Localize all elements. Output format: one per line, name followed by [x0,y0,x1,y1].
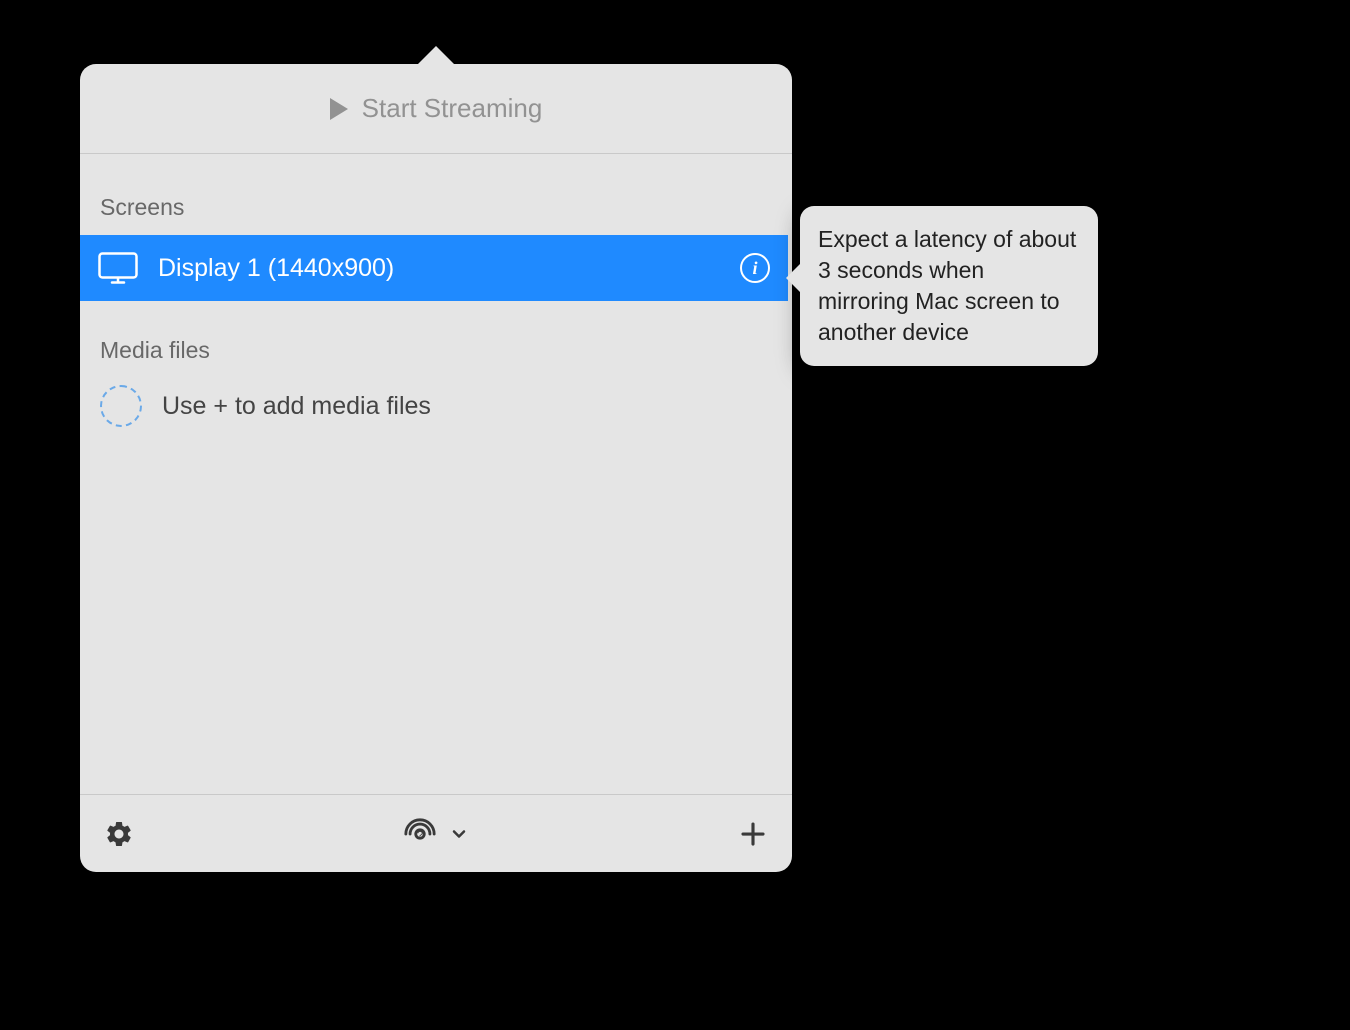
screen-row-display-1[interactable]: Display 1 (1440x900) i [80,235,788,301]
latency-tooltip: Expect a latency of about 3 seconds when… [800,206,1098,366]
content-area: Screens Display 1 (1440x900) i Media fil… [80,154,792,794]
info-icon[interactable]: i [740,253,770,283]
chevron-down-icon[interactable] [449,824,469,844]
start-streaming-button[interactable]: Start Streaming [80,64,792,154]
play-icon [330,98,348,120]
popover-arrow [416,46,456,66]
monitor-icon [98,252,138,284]
screens-section-label: Screens [80,194,792,235]
tooltip-text: Expect a latency of about 3 seconds when… [818,224,1080,348]
media-placeholder-row: Use + to add media files [80,378,792,434]
footer-toolbar: ? [80,794,792,872]
header-title: Start Streaming [362,93,543,124]
tooltip-arrow [786,264,800,292]
placeholder-circle-icon [100,385,142,427]
media-placeholder-text: Use + to add media files [162,392,431,421]
add-media-button[interactable] [738,819,768,849]
streaming-popover: Start Streaming Screens Display 1 (1440x… [80,64,792,872]
screen-label: Display 1 (1440x900) [158,254,720,283]
media-section-label: Media files [80,337,792,378]
cast-devices-button[interactable]: ? [403,817,437,851]
svg-text:?: ? [417,829,423,841]
settings-button[interactable] [104,819,134,849]
